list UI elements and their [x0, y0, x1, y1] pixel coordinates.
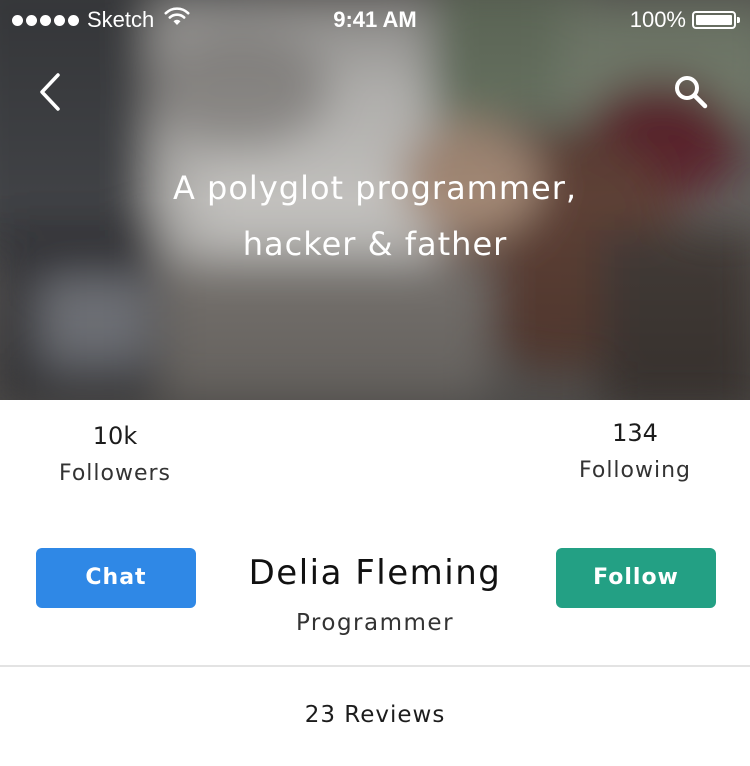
profile-name: Delia Fleming: [248, 553, 502, 593]
battery-percent: 100%: [629, 7, 686, 32]
status-bar: Sketch 9:41 AM 100%: [0, 0, 750, 40]
followers-label: Followers: [58, 461, 172, 486]
profile-screen: Sketch 9:41 AM 100% A polyglot programme…: [0, 0, 750, 766]
chat-button[interactable]: Chat: [36, 548, 196, 608]
status-bar-right: 100%: [629, 7, 740, 33]
following-stat[interactable]: 134 Following: [545, 419, 725, 485]
battery-icon: [692, 11, 740, 29]
follow-button[interactable]: Follow: [556, 548, 716, 608]
following-label: Following: [578, 458, 692, 483]
search-button[interactable]: [667, 68, 715, 116]
tagline-line-2: hacker & father: [242, 225, 508, 263]
chevron-left-icon: [40, 73, 60, 111]
followers-stat[interactable]: 10k Followers: [25, 422, 205, 488]
followers-count: 10k: [92, 422, 138, 450]
tagline-line-1: A polyglot programmer,: [172, 169, 578, 207]
profile-role: Programmer: [295, 610, 455, 636]
reviews-link[interactable]: 23 Reviews: [200, 698, 550, 732]
cover-photo: Sketch 9:41 AM 100% A polyglot programme…: [0, 0, 750, 400]
divider: [0, 665, 750, 667]
search-icon: [675, 76, 708, 109]
back-button[interactable]: [26, 68, 74, 116]
profile-tagline: A polyglot programmer, hacker & father: [100, 160, 650, 272]
following-count: 134: [612, 419, 658, 447]
